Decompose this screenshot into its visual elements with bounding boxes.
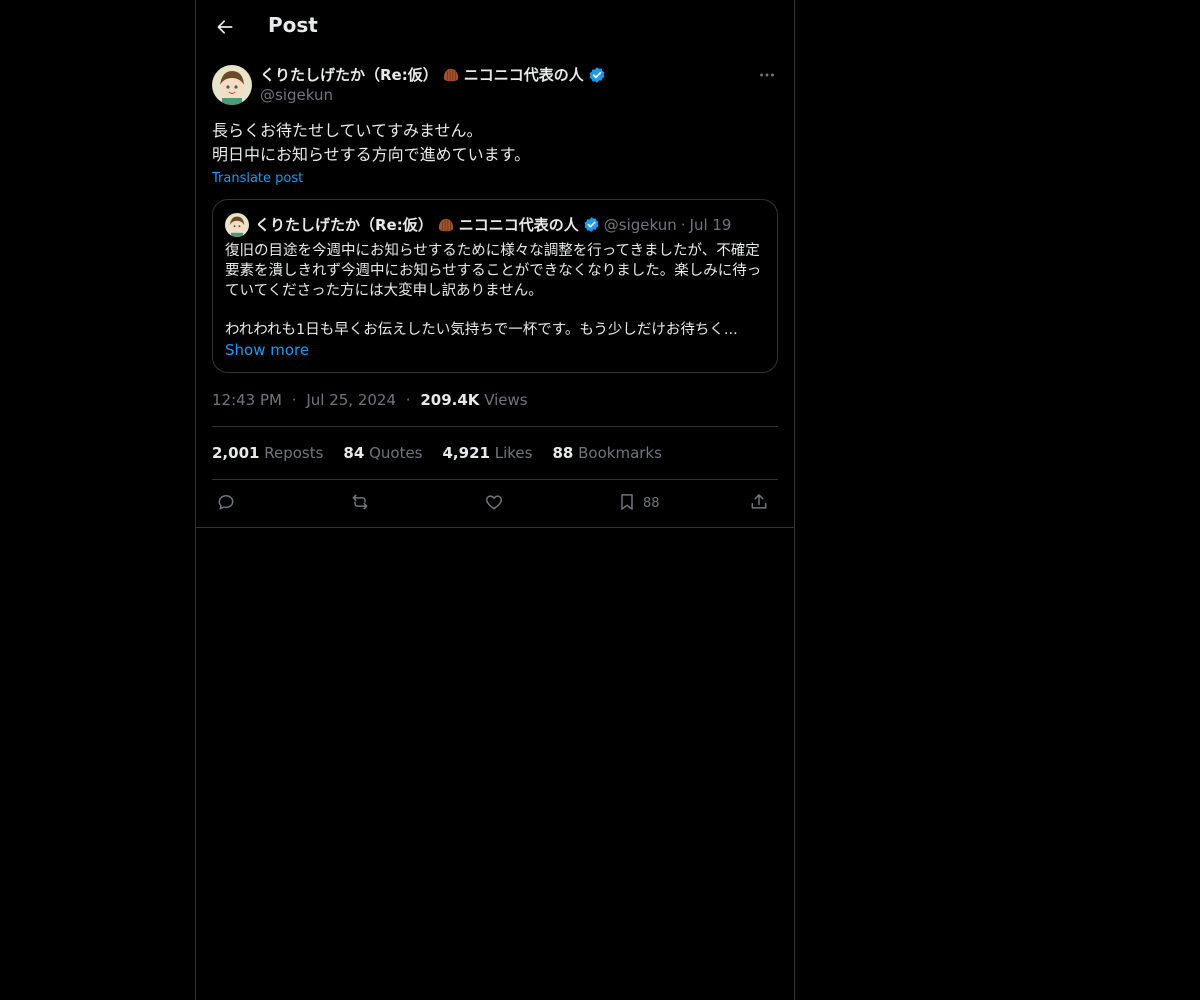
heart-icon <box>485 495 503 510</box>
verified-badge-icon <box>589 66 605 83</box>
divider <box>212 426 778 427</box>
bookmark-count: 88 <box>643 496 660 511</box>
post-line: 明日中にお知らせする方向で進めています。 <box>212 145 531 164</box>
arrow-left-icon <box>217 20 233 34</box>
divider <box>196 527 794 528</box>
verified-badge-icon <box>584 217 599 232</box>
author-name-suffix: ニコニコ代表の人 <box>463 66 584 84</box>
meta-separator: · <box>405 391 411 409</box>
more-dots-icon <box>760 73 774 77</box>
repost-button[interactable] <box>350 492 370 512</box>
bookmark-button[interactable]: 88 <box>617 492 660 512</box>
share-button[interactable] <box>749 492 769 512</box>
hazelnut-emoji-icon <box>438 218 453 231</box>
post-meta: 12:43 PM · Jul 25, 2024 · 209.4K Views <box>212 391 528 409</box>
quote-paragraph: 復旧の目途を今週中にお知らせするために様々な調整を行ってきましたが、不確定要素を… <box>225 243 762 299</box>
quote-separator: · <box>680 215 686 234</box>
quote-paragraph: われわれも1日も早くお伝えしたい気持ちで一杯です。もう少しだけお待ちく... <box>225 322 738 338</box>
post-text: 長らくお待たせしていてすみません。 明日中にお知らせする方向で進めています。 <box>212 119 772 167</box>
quote-header: くりたしげたか（Re:仮） ニコニコ代表の人 @sigekun · Jul 19 <box>255 214 731 235</box>
reply-icon <box>218 495 234 510</box>
stat-number: 4,921 <box>442 444 490 462</box>
back-button[interactable] <box>208 10 242 44</box>
post-time[interactable]: 12:43 PM <box>212 391 282 409</box>
stat-label: Likes <box>494 444 533 462</box>
quote-date: Jul 19 <box>689 215 732 234</box>
share-icon <box>751 494 767 509</box>
stat-quotes[interactable]: 84 Quotes <box>343 444 422 462</box>
reply-button[interactable] <box>216 492 236 512</box>
translate-post-link[interactable]: Translate post <box>212 171 303 186</box>
stat-label: Bookmarks <box>578 444 662 462</box>
page-title: Post <box>268 13 318 37</box>
stat-label: Quotes <box>369 444 423 462</box>
meta-separator: · <box>291 391 297 409</box>
post-column: Post くりたしげたか（Re:仮） ニコニコ代表の人 @sigekun 長らく… <box>195 0 795 1000</box>
stat-reposts[interactable]: 2,001 Reposts <box>212 444 323 462</box>
quote-author-name-suffix: ニコニコ代表の人 <box>458 216 579 234</box>
bookmark-icon <box>621 494 633 510</box>
author-name[interactable]: くりたしげたか（Re:仮） ニコニコ代表の人 <box>260 64 606 85</box>
stat-label: Reposts <box>264 444 324 462</box>
quote-avatar <box>225 213 249 237</box>
header: Post <box>196 0 794 53</box>
stat-number: 84 <box>343 444 365 462</box>
engagement-stats: 2,001 Reposts 84 Quotes 4,921 Likes 88 B… <box>212 444 662 462</box>
like-button[interactable] <box>484 492 504 512</box>
more-options-button[interactable] <box>756 64 778 86</box>
show-more-link[interactable]: Show more <box>225 341 309 359</box>
hazelnut-emoji-icon <box>443 68 458 81</box>
stat-number: 88 <box>552 444 574 462</box>
views-count: 209.4K <box>420 391 480 409</box>
quote-text: 復旧の目途を今週中にお知らせするために様々な調整を行ってきましたが、不確定要素を… <box>225 241 769 340</box>
avatar[interactable] <box>212 65 252 105</box>
views-label: Views <box>484 391 528 409</box>
author-handle[interactable]: @sigekun <box>260 86 333 104</box>
quoted-post[interactable]: くりたしげたか（Re:仮） ニコニコ代表の人 @sigekun · Jul 19… <box>212 199 778 373</box>
repost-icon <box>352 494 368 510</box>
stat-likes[interactable]: 4,921 Likes <box>443 444 533 462</box>
action-bar: 88 <box>212 488 778 520</box>
post-line: 長らくお待たせしていてすみません。 <box>212 121 483 140</box>
divider <box>212 479 778 480</box>
quote-author-name: くりたしげたか（Re:仮） <box>255 216 433 234</box>
stat-bookmarks[interactable]: 88 Bookmarks <box>552 444 661 462</box>
quote-handle: @sigekun <box>603 215 677 234</box>
author-name-text: くりたしげたか（Re:仮） <box>260 66 438 84</box>
post-date[interactable]: Jul 25, 2024 <box>306 391 396 409</box>
stat-number: 2,001 <box>212 444 260 462</box>
